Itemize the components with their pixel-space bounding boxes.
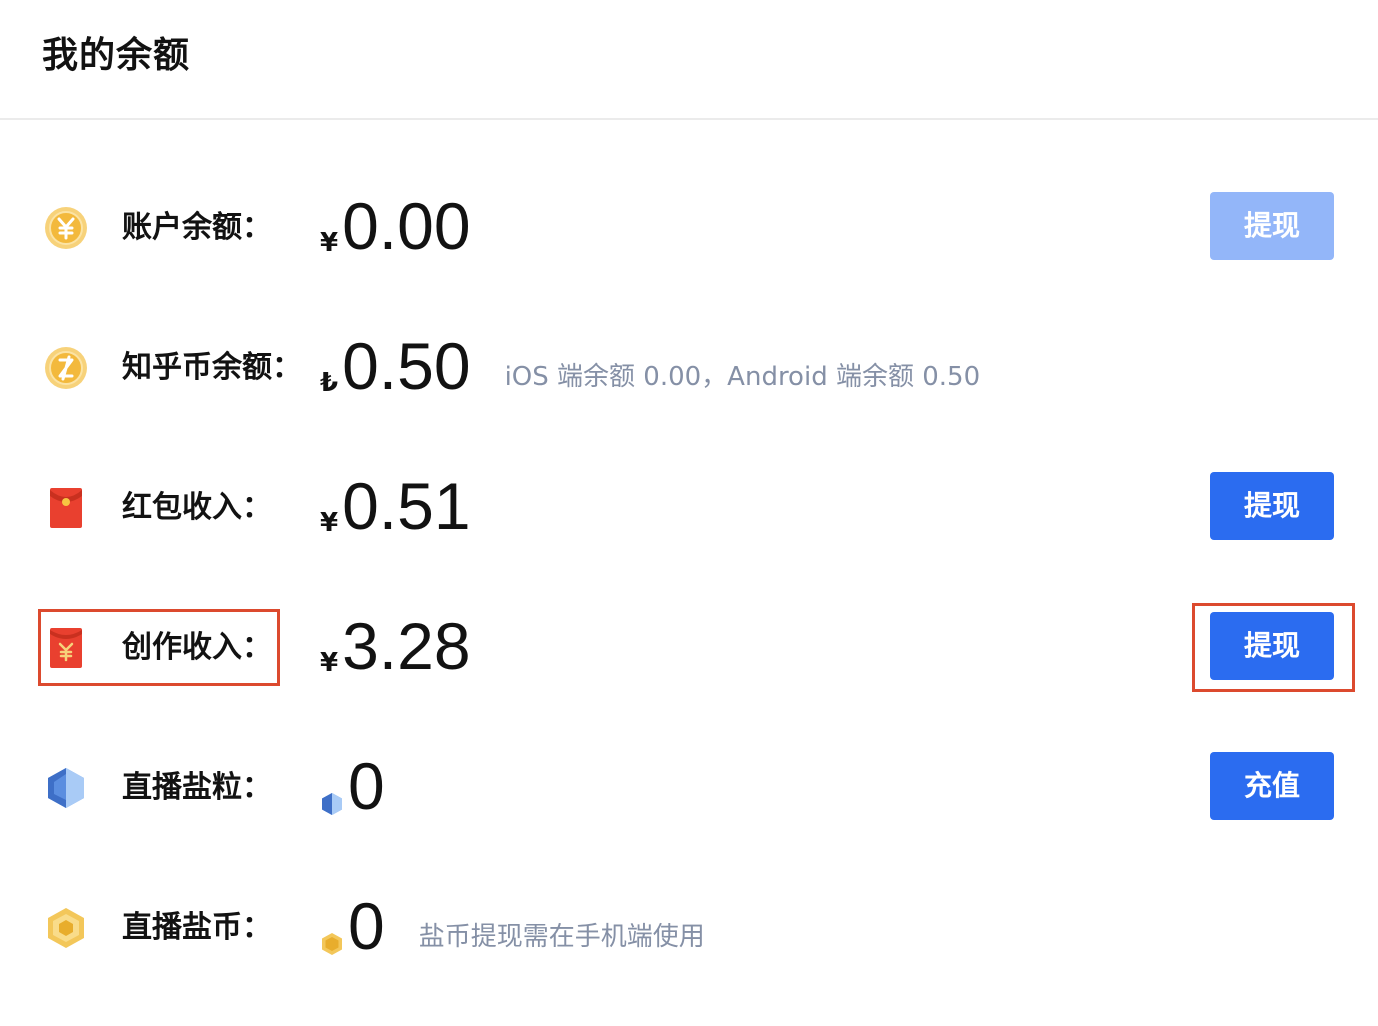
account-withdraw-button[interactable]: 提现 [1210,192,1334,260]
recharge-button[interactable]: 充值 [1210,752,1334,820]
zhihu-coin-icon [45,347,87,389]
balance-amount: 0.00 [342,189,471,263]
zhihu-coin-symbol: ₺ [320,368,339,398]
balance-amount: 3.28 [342,609,471,683]
zhihu-coin-row: 知乎币余额： ₺ 0.50 iOS 端余额 0.00，Android 端余额 0… [0,326,1378,406]
balance-amount: 0.50 [342,329,471,403]
creation-income-row: 创作收入： ¥ 3.28 提现 [0,606,1378,686]
page-title: 我的余额 [42,35,191,76]
currency-symbol: ¥ [320,648,339,678]
balance-amount: 0 [348,749,385,823]
salt-crystal-small-icon [322,793,342,815]
currency-symbol: ¥ [320,508,339,538]
salt-coin-value: 0 盐币提现需在手机端使用 [320,886,705,966]
salt-coin-note: 盐币提现需在手机端使用 [418,922,705,952]
zhihu-coin-value: ₺ 0.50 iOS 端余额 0.00，Android 端余额 0.50 [320,326,980,406]
red-envelope-withdraw-button[interactable]: 提现 [1210,472,1334,540]
salt-coin-icon [48,908,84,948]
creation-income-label: 创作收入： [122,630,272,665]
salt-coin-small-icon [322,933,342,955]
red-envelope-value: ¥ 0.51 [320,466,471,546]
salt-coin-label: 直播盐币： [122,910,272,945]
salt-grain-row: 直播盐粒： 0 充值 [0,746,1378,826]
account-balance-value: ¥ 0.00 [320,186,471,266]
platform-balance-note: iOS 端余额 0.00，Android 端余额 0.50 [504,362,981,392]
currency-symbol: ¥ [320,228,339,258]
account-balance-row: 账户余额： ¥ 0.00 提现 [0,186,1378,266]
account-balance-label: 账户余额： [122,210,272,245]
balance-amount: 0.51 [342,469,471,543]
red-envelope-icon [50,488,82,528]
yuan-coin-icon [45,207,87,249]
salt-grain-value: 0 [320,746,385,826]
page-header: 我的余额 [0,0,1378,120]
zhihu-coin-label: 知乎币余额： [122,350,302,385]
balance-page: 我的余额 账户余额： ¥ 0.00 提现 知乎币余额： ₺ 0.50 iOS 端… [0,0,1378,1026]
red-envelope-label: 红包收入： [122,490,272,525]
salt-grain-label: 直播盐粒： [122,770,272,805]
creation-envelope-icon [50,628,82,668]
salt-coin-row: 直播盐币： 0 盐币提现需在手机端使用 [0,886,1378,966]
red-envelope-row: 红包收入： ¥ 0.51 提现 [0,466,1378,546]
balance-amount: 0 [348,889,385,963]
creation-income-value: ¥ 3.28 [320,606,471,686]
salt-crystal-icon [48,768,84,808]
creation-withdraw-button[interactable]: 提现 [1210,612,1334,680]
